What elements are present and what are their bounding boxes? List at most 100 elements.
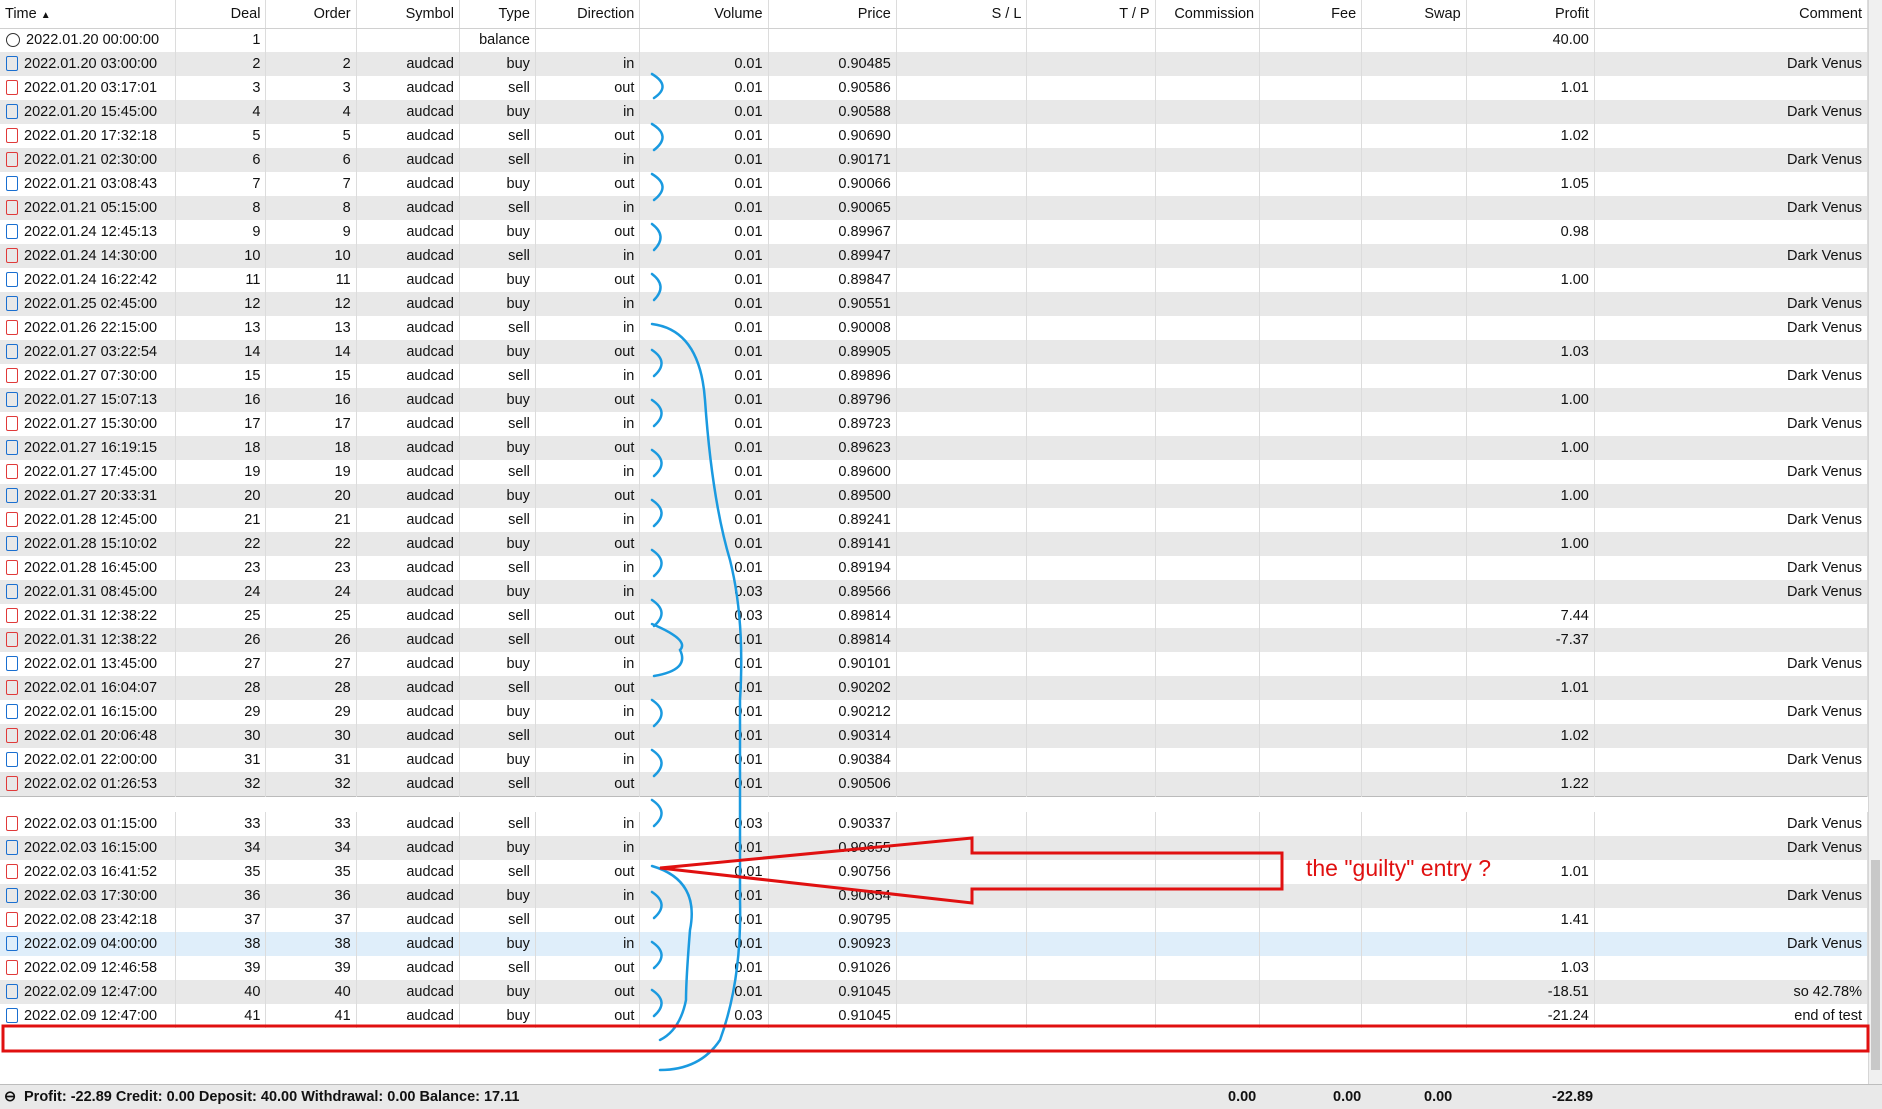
- table-row[interactable]: 2022.01.24 12:45:13 9 9 audcad buy out 0.01 0.8…: [0, 220, 1869, 244]
- cell-tp: [1026, 676, 1156, 700]
- table-row[interactable]: 2022.01.27 17:45:00 19 19 audcad sell in 0.01 0…: [0, 460, 1869, 484]
- column-header-symbol[interactable]: Symbol: [356, 0, 460, 29]
- cell-profit: [1466, 460, 1595, 484]
- table-row[interactable]: 2022.01.20 00:00:00 1 balance 40.00: [0, 28, 1869, 52]
- column-header-fee[interactable]: Fee: [1259, 0, 1363, 29]
- cell-price: 0.89896: [768, 364, 897, 388]
- scrollbar-thumb[interactable]: [1871, 860, 1880, 1070]
- table-row[interactable]: 2022.02.03 17:30:00 36 36 audcad buy in 0.01 0.…: [0, 884, 1869, 908]
- column-header-price[interactable]: Price: [768, 0, 897, 29]
- table-row[interactable]: 2022.01.20 03:00:00 2 2 audcad buy in 0.01 0.90…: [0, 52, 1869, 76]
- deals-table: Time ▲ Deal Order Symbol Type Direction …: [0, 0, 1869, 1028]
- table-row[interactable]: 2022.01.21 02:30:00 6 6 audcad sell in 0.01 0.9…: [0, 148, 1869, 172]
- table-row[interactable]: 2022.01.27 15:30:00 17 17 audcad sell in 0.01 0…: [0, 412, 1869, 436]
- summary-icon: ⊖: [4, 1089, 17, 1105]
- cell-commission: [1155, 932, 1261, 956]
- cell-tp: [1026, 388, 1156, 412]
- cell-tp: [1026, 52, 1156, 76]
- table-row[interactable]: 2022.01.20 15:45:00 4 4 audcad buy in 0.01 0.90…: [0, 100, 1869, 124]
- cell-deal: 17: [175, 412, 267, 436]
- column-header-time[interactable]: Time ▲: [0, 0, 177, 29]
- table-row[interactable]: 2022.01.31 12:38:22 26 26 audcad sell out 0.01…: [0, 628, 1869, 652]
- column-header-commission[interactable]: Commission: [1155, 0, 1261, 29]
- cell-tp: [1026, 76, 1156, 100]
- status-summary: Profit: -22.89 Credit: 0.00 Deposit: 40.…: [24, 1089, 520, 1105]
- table-row[interactable]: 2022.01.21 03:08:43 7 7 audcad buy out 0.01 0.9…: [0, 172, 1869, 196]
- cell-fee: [1259, 244, 1363, 268]
- table-row[interactable]: 2022.01.27 15:07:13 16 16 audcad buy out 0.01 0…: [0, 388, 1869, 412]
- cell-fee: [1259, 316, 1363, 340]
- table-row[interactable]: 2022.02.03 01:15:00 33 33 audcad sell in 0.03 0…: [0, 812, 1869, 836]
- cell-deal: 38: [175, 932, 267, 956]
- column-header-swap[interactable]: Swap: [1361, 0, 1467, 29]
- table-row[interactable]: 2022.01.21 05:15:00 8 8 audcad sell in 0.01 0.9…: [0, 196, 1869, 220]
- column-header-comment[interactable]: Comment: [1594, 0, 1869, 29]
- cell-tp: [1026, 532, 1156, 556]
- cell-type: sell: [459, 772, 536, 796]
- cell-direction: in: [535, 748, 641, 772]
- cell-swap: [1361, 628, 1467, 652]
- table-row[interactable]: 2022.02.09 04:00:00 38 38 audcad buy in 0.01 0.…: [0, 932, 1869, 956]
- cell-tp: [1026, 244, 1156, 268]
- cell-order: 12: [265, 292, 357, 316]
- table-row[interactable]: 2022.01.28 16:45:00 23 23 audcad sell in 0.01 0…: [0, 556, 1869, 580]
- cell-commission: [1155, 772, 1261, 796]
- column-header-tp[interactable]: T / P: [1026, 0, 1156, 29]
- cell-time: 2022.01.24 14:30:00: [0, 244, 177, 268]
- table-row[interactable]: 2022.01.25 02:45:00 12 12 audcad buy in 0.01 0.…: [0, 292, 1869, 316]
- vertical-scrollbar[interactable]: [1868, 0, 1882, 1084]
- cell-order: 15: [265, 364, 357, 388]
- deal-time: 2022.01.28 15:10:02: [24, 536, 158, 552]
- table-row[interactable]: 2022.02.01 16:04:07 28 28 audcad sell out 0.01…: [0, 676, 1869, 700]
- table-row[interactable]: 2022.01.26 22:15:00 13 13 audcad sell in 0.01 0…: [0, 316, 1869, 340]
- table-row[interactable]: 2022.01.24 14:30:00 10 10 audcad sell in 0.01 0…: [0, 244, 1869, 268]
- table-row[interactable]: 2022.02.01 20:06:48 30 30 audcad sell out 0.01…: [0, 724, 1869, 748]
- cell-time: 2022.02.02 01:26:53: [0, 772, 177, 796]
- cell-time: 2022.01.31 12:38:22: [0, 604, 177, 628]
- table-row[interactable]: 2022.01.28 15:10:02 22 22 audcad buy out 0.01 0…: [0, 532, 1869, 556]
- column-header-type[interactable]: Type: [459, 0, 536, 29]
- deal-time: 2022.02.01 13:45:00: [24, 656, 158, 672]
- column-header-volume[interactable]: Volume: [639, 0, 769, 29]
- cell-symbol: audcad: [356, 956, 460, 980]
- cell-symbol: audcad: [356, 124, 460, 148]
- cell-price: 0.90066: [768, 172, 897, 196]
- table-row[interactable]: 2022.01.27 03:22:54 14 14 audcad buy out 0.01 0…: [0, 340, 1869, 364]
- column-header-sl[interactable]: S / L: [896, 0, 1028, 29]
- table-row[interactable]: 2022.01.27 07:30:00 15 15 audcad sell in 0.01 0…: [0, 364, 1869, 388]
- column-header-profit[interactable]: Profit: [1466, 0, 1595, 29]
- column-header-direction[interactable]: Direction: [535, 0, 641, 29]
- cell-direction: in: [535, 148, 641, 172]
- table-row[interactable]: 2022.02.03 16:15:00 34 34 audcad buy in 0.01 0.…: [0, 836, 1869, 860]
- table-row[interactable]: 2022.02.08 23:42:18 37 37 audcad sell out 0.01…: [0, 908, 1869, 932]
- table-row[interactable]: 2022.01.24 16:22:42 11 11 audcad buy out 0.01 0…: [0, 268, 1869, 292]
- table-row[interactable]: 2022.01.20 17:32:18 5 5 audcad sell out 0.01 0.…: [0, 124, 1869, 148]
- cell-time: 2022.01.28 12:45:00: [0, 508, 177, 532]
- deal-time: 2022.01.24 14:30:00: [24, 248, 158, 264]
- cell-direction: in: [535, 412, 641, 436]
- cell-type: buy: [459, 172, 536, 196]
- deal-time: 2022.02.09 12:46:58: [24, 960, 158, 976]
- table-row[interactable]: 2022.02.01 22:00:00 31 31 audcad buy in 0.01 0.…: [0, 748, 1869, 772]
- table-row[interactable]: 2022.02.02 01:26:53 32 32 audcad sell out 0.01…: [0, 772, 1869, 796]
- table-row[interactable]: 2022.02.09 12:47:00 41 41 audcad buy out 0.03 0…: [0, 1004, 1869, 1028]
- column-header-order[interactable]: Order: [265, 0, 357, 29]
- cell-type: sell: [459, 956, 536, 980]
- cell-volume: 0.01: [639, 436, 769, 460]
- table-row[interactable]: 2022.01.28 12:45:00 21 21 audcad sell in 0.01 0…: [0, 508, 1869, 532]
- cell-type: buy: [459, 340, 536, 364]
- table-row[interactable]: 2022.01.31 12:38:22 25 25 audcad sell out 0.03…: [0, 604, 1869, 628]
- cell-tp: [1026, 316, 1156, 340]
- table-row[interactable]: 2022.01.31 08:45:00 24 24 audcad buy in 0.03 0.…: [0, 580, 1869, 604]
- table-row[interactable]: 2022.01.27 16:19:15 18 18 audcad buy out 0.01 0…: [0, 436, 1869, 460]
- table-row[interactable]: 2022.01.27 20:33:31 20 20 audcad buy out 0.01 0…: [0, 484, 1869, 508]
- table-row[interactable]: 2022.01.20 03:17:01 3 3 audcad sell out 0.01 0.…: [0, 76, 1869, 100]
- cell-sl: [896, 460, 1028, 484]
- table-row[interactable]: 2022.02.09 12:47:00 40 40 audcad buy out 0.01 0…: [0, 980, 1869, 1004]
- table-row[interactable]: 2022.02.03 16:41:52 35 35 audcad sell out 0.01…: [0, 860, 1869, 884]
- column-header-deal[interactable]: Deal: [175, 0, 267, 29]
- table-row[interactable]: 2022.02.01 16:15:00 29 29 audcad buy in 0.01 0.…: [0, 700, 1869, 724]
- cell-swap: [1361, 700, 1467, 724]
- table-row[interactable]: 2022.02.09 12:46:58 39 39 audcad sell out 0.01…: [0, 956, 1869, 980]
- table-row[interactable]: 2022.02.01 13:45:00 27 27 audcad buy in 0.01 0.…: [0, 652, 1869, 676]
